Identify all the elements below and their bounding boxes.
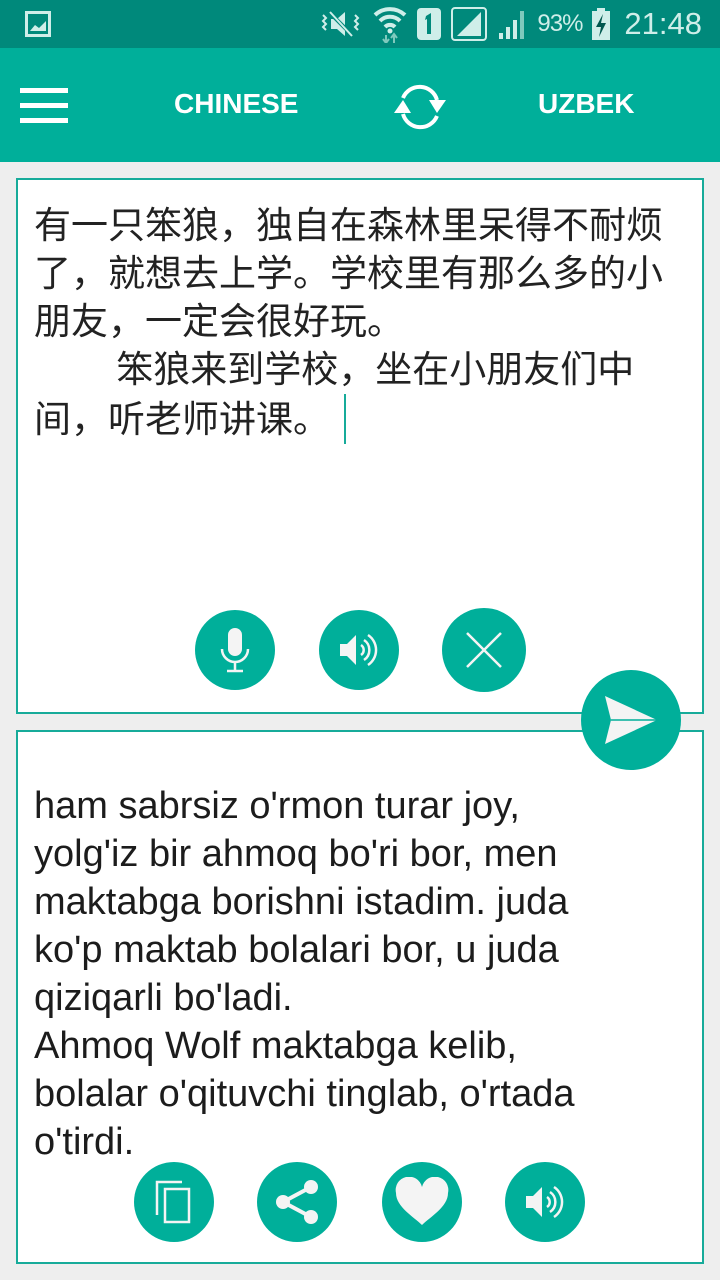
speaker-icon <box>526 1185 564 1219</box>
source-text-input[interactable]: 有一只笨狼，独自在森林里呆得不耐烦了，就想去上学。学校里有那么多的小朋友，一定会… <box>34 202 674 444</box>
text-cursor <box>344 394 346 444</box>
copy-button[interactable] <box>134 1162 214 1242</box>
clear-button[interactable] <box>442 608 526 692</box>
vibrate-mute-icon <box>321 10 360 38</box>
gallery-icon <box>25 11 51 37</box>
source-text-panel: 有一只笨狼，独自在森林里呆得不耐烦了，就想去上学。学校里有那么多的小朋友，一定会… <box>16 178 704 714</box>
speaker-icon <box>340 633 378 667</box>
send-icon <box>605 696 657 744</box>
speak-translation-button[interactable] <box>505 1162 585 1242</box>
status-bar: 93% 21:48 <box>0 0 720 48</box>
clock: 21:48 <box>624 6 702 41</box>
target-language-button[interactable]: UZBEK <box>538 88 634 120</box>
translate-send-button[interactable] <box>581 670 681 770</box>
app-bar: CHINESE UZBEK <box>0 48 720 162</box>
battery-percentage: 93% <box>537 10 583 37</box>
source-language-button[interactable]: CHINESE <box>174 88 298 120</box>
favorite-button[interactable] <box>382 1162 462 1242</box>
microphone-icon <box>220 628 250 673</box>
copy-icon <box>155 1180 191 1224</box>
source-text: 有一只笨狼，独自在森林里呆得不耐烦了，就想去上学。学校里有那么多的小朋友，一定会… <box>34 205 663 440</box>
close-icon <box>466 632 502 668</box>
heart-icon <box>395 1177 449 1225</box>
swap-arrows-icon[interactable] <box>385 76 455 136</box>
microphone-button[interactable] <box>195 610 275 690</box>
hamburger-menu-icon[interactable] <box>20 88 68 124</box>
signal-icon <box>451 7 488 41</box>
speak-source-button[interactable] <box>319 610 399 690</box>
share-icon <box>276 1180 318 1224</box>
sim-1-icon <box>417 8 442 40</box>
share-button[interactable] <box>257 1162 337 1242</box>
translated-text: ham sabrsiz o'rmon turar joy, yolg'iz bi… <box>34 785 575 1163</box>
translation-panel: ham sabrsiz o'rmon turar joy, yolg'iz bi… <box>16 730 704 1264</box>
wifi-icon <box>374 7 407 43</box>
signal-icon-2 <box>499 11 525 39</box>
battery-charging-icon <box>592 8 611 40</box>
